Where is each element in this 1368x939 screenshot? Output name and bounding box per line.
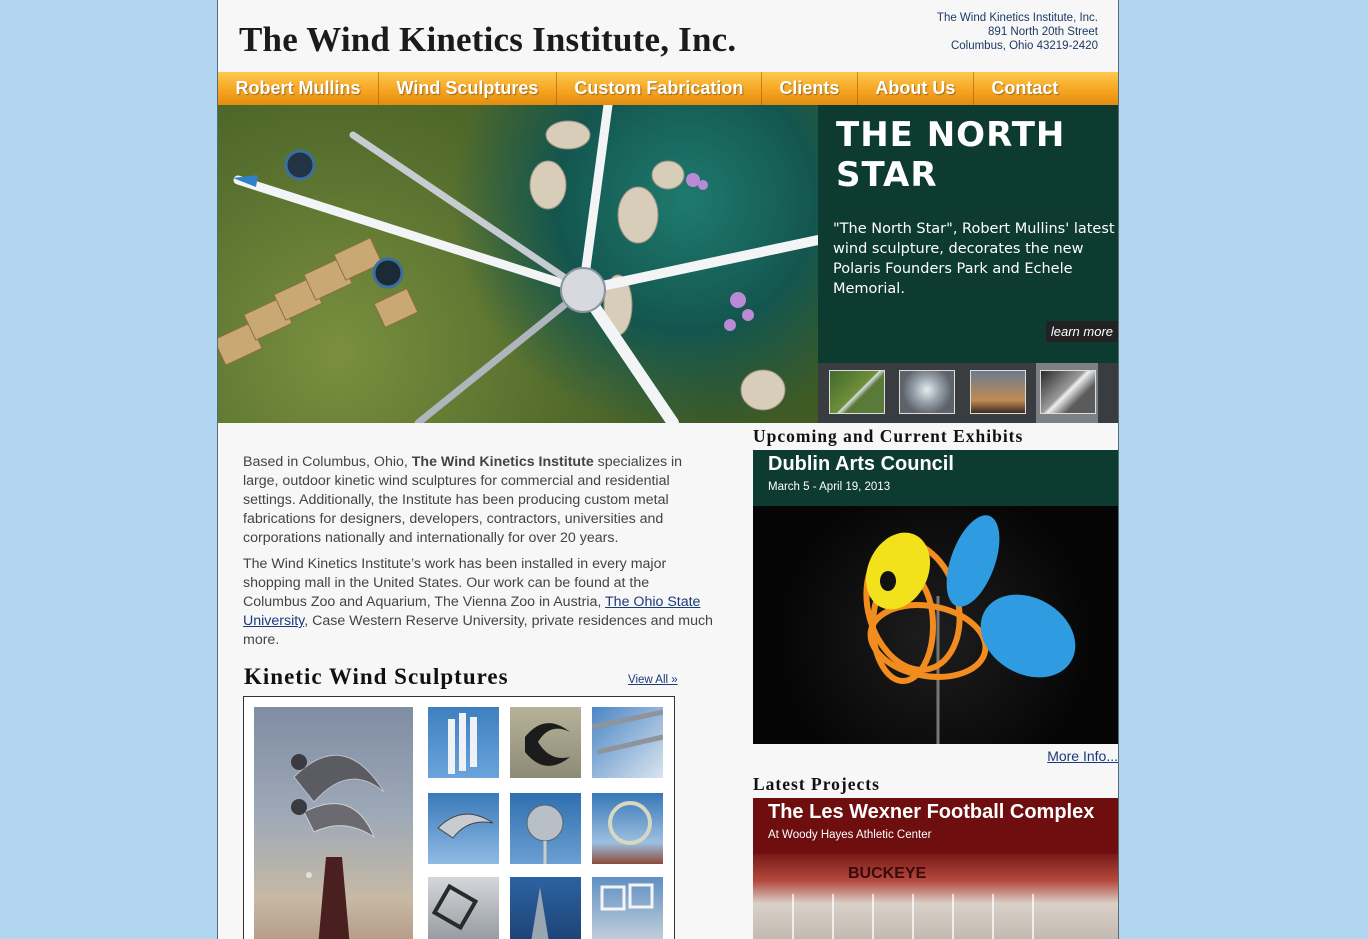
sculpture-gallery [243,696,675,939]
hero-thumb-2[interactable] [895,363,957,423]
hero-thumbnail-strip [818,363,1118,423]
intro-paragraph-2: The Wind Kinetics Institute’s work has b… [243,555,713,650]
sculptures-heading: Kinetic Wind Sculptures [244,664,509,689]
project-subtitle: At Woody Hayes Athletic Center [768,829,932,841]
spike-icon [531,887,549,939]
gallery-thumb-8[interactable] [510,877,581,939]
crescent-icon [525,723,570,766]
nav-item-wind-sculptures[interactable]: Wind Sculptures [379,72,557,105]
intro-paragraph-1: Based in Columbus, Ohio, The Wind Kineti… [243,453,713,548]
page-container: The Wind Kinetics Institute, Inc. The Wi… [217,0,1119,939]
hero-caption-panel: THE NORTH STAR "The North Star", Robert … [818,105,1118,363]
swirl-icon [437,813,494,839]
sphere-icon [526,804,564,864]
exhibit-dates: March 5 - April 19, 2013 [768,481,891,493]
site-title[interactable]: The Wind Kinetics Institute, Inc. [239,20,736,60]
exhibit-more-info-link[interactable]: More Info... [1047,748,1118,764]
nav-item-about-us[interactable]: About Us [858,72,974,105]
gallery-thumb-1[interactable] [428,707,499,778]
gallery-thumb-9[interactable] [592,877,663,939]
gallery-thumb-5[interactable] [510,793,581,864]
project-image[interactable]: BUCKEYE [753,854,1118,939]
intro-p1-lead: Based in Columbus, Ohio, [243,454,412,470]
featured-sculpture-image[interactable] [254,707,413,939]
exhibits-heading: Upcoming and Current Exhibits [753,426,1024,446]
address-line-street: 891 North 20th Street [988,26,1098,38]
hero-thumb-4[interactable] [1036,363,1098,423]
hero-thumb-1[interactable] [825,363,887,423]
buckeye-sign-text: BUCKEYE [848,865,927,882]
blades-icon [592,709,663,755]
exhibit-sculpture-illustration [863,515,1076,744]
hero-thumb-3[interactable] [966,363,1028,423]
view-all-link[interactable]: View All » [628,674,678,686]
hero-title: THE NORTH STAR [836,115,1066,195]
exhibit-card-header[interactable]: Dublin Arts Council March 5 - April 19, … [753,450,1118,506]
nav-item-robert-mullins[interactable]: Robert Mullins [218,72,379,105]
intro-text: Based in Columbus, Ohio, The Wind Kineti… [243,453,713,657]
intro-p2-rest: , Case Western Reserve University, priva… [243,613,713,648]
project-card-header[interactable]: The Les Wexner Football Complex At Woody… [753,798,1118,854]
ring-icon [608,801,652,845]
featured-sculpture-illustration [291,754,385,939]
exhibit-title: Dublin Arts Council [768,453,954,475]
hero-sculpture-illustration [218,105,818,423]
nav-item-contact[interactable]: Contact [974,72,1076,105]
hero-image[interactable] [218,105,818,423]
frame-icon [431,883,479,931]
gallery-thumb-6[interactable] [592,793,663,864]
gallery-thumb-4[interactable] [428,793,499,864]
address-line-city: Columbus, Ohio 43219-2420 [950,40,1098,52]
intro-p2-lead: The Wind Kinetics Institute’s work has b… [243,556,667,610]
main-nav: Robert Mullins Wind Sculptures Custom Fa… [218,72,1118,105]
gallery-thumb-7[interactable] [428,877,499,939]
project-title: The Les Wexner Football Complex [768,801,1095,823]
address-block: The Wind Kinetics Institute, Inc. 891 No… [937,11,1098,53]
nav-item-clients[interactable]: Clients [762,72,858,105]
exhibit-image[interactable] [753,506,1118,744]
projects-heading: Latest Projects [753,774,880,794]
project-photo-illustration: BUCKEYE [792,865,1034,939]
address-line-name: The Wind Kinetics Institute, Inc. [936,12,1098,24]
columns-icon [448,713,477,774]
gallery-thumb-3[interactable] [592,707,663,778]
gallery-thumb-2[interactable] [510,707,581,778]
learn-more-link[interactable]: learn more [1045,321,1118,342]
nav-item-custom-fabrication[interactable]: Custom Fabrication [557,72,762,105]
squares-icon [600,883,654,911]
hero-description: "The North Star", Robert Mullins' latest… [833,221,1115,297]
intro-p1-bold: The Wind Kinetics Institute [411,454,594,470]
